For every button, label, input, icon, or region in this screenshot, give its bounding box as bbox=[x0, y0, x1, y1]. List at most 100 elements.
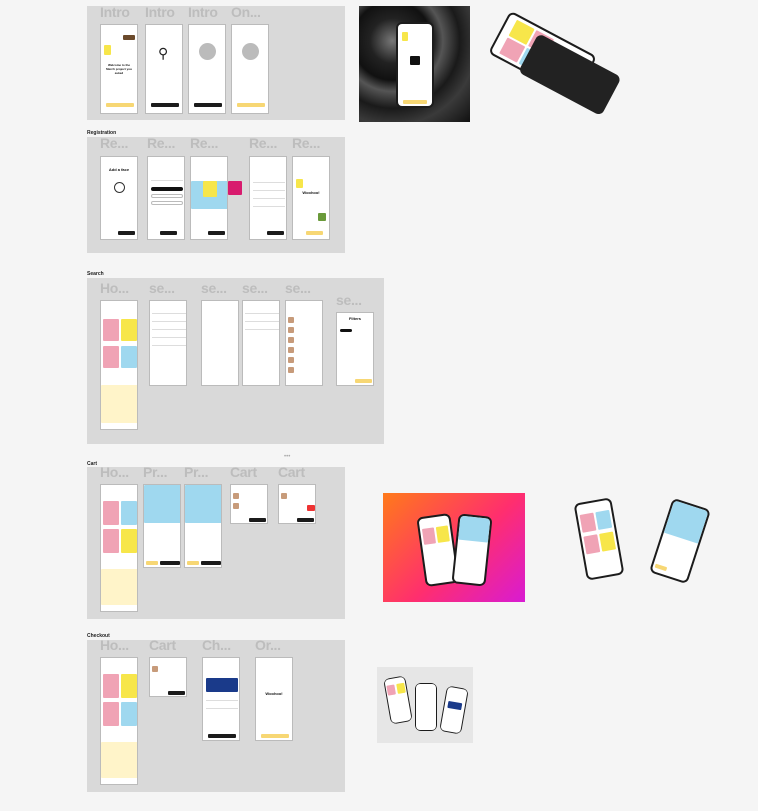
filter-chip[interactable] bbox=[340, 329, 352, 332]
registration-screen-2[interactable] bbox=[147, 156, 185, 240]
product-tile[interactable] bbox=[103, 501, 119, 525]
welcome-title: Welcome to the Merch project you asked bbox=[106, 63, 132, 75]
frame-label: se... bbox=[285, 280, 311, 296]
add-to-cart-button[interactable] bbox=[187, 561, 199, 565]
onboarding-screen[interactable] bbox=[231, 24, 269, 114]
frame-label: Intro bbox=[145, 4, 175, 20]
frame-label: se... bbox=[242, 280, 268, 296]
frame-label: Intro bbox=[188, 4, 218, 20]
intro-screen-1[interactable]: Welcome to the Merch project you asked bbox=[100, 24, 138, 114]
intro-section: Intro Intro Intro On... Welcome to the M… bbox=[87, 4, 345, 120]
filters-screen[interactable]: Filters bbox=[336, 312, 374, 386]
product-image bbox=[185, 485, 221, 523]
cart-screen[interactable] bbox=[149, 657, 187, 697]
search-screen-3[interactable] bbox=[242, 300, 280, 386]
product-tile[interactable] bbox=[103, 346, 119, 368]
continue-button[interactable] bbox=[118, 231, 135, 235]
order-done-screen[interactable]: Woohoo! bbox=[255, 657, 293, 741]
checkout-button[interactable] bbox=[297, 518, 314, 522]
done-button[interactable] bbox=[261, 734, 289, 738]
home-screen[interactable] bbox=[100, 657, 138, 785]
pink-sticker bbox=[228, 181, 242, 195]
product-tile[interactable] bbox=[121, 674, 137, 698]
sticker-tile bbox=[296, 179, 303, 188]
product-tile[interactable] bbox=[103, 319, 119, 341]
frame-label: Pr... bbox=[143, 464, 168, 480]
home-screen[interactable] bbox=[100, 484, 138, 612]
result-thumb[interactable] bbox=[288, 327, 294, 333]
registration-screen-1[interactable]: Add a face bbox=[100, 156, 138, 240]
add-to-cart-button[interactable] bbox=[146, 561, 158, 565]
checkout-screen[interactable] bbox=[202, 657, 240, 741]
delete-button[interactable] bbox=[307, 505, 315, 511]
search-screen-2[interactable] bbox=[201, 300, 239, 386]
phone-mockup-floating bbox=[573, 497, 625, 581]
registration-screen-4[interactable] bbox=[249, 156, 287, 240]
product-tile[interactable] bbox=[103, 674, 119, 698]
checkout-button[interactable] bbox=[249, 518, 266, 522]
show-results-button[interactable] bbox=[355, 379, 372, 383]
product-screen-2[interactable] bbox=[184, 484, 222, 568]
registration-section: Re... Re... Re... Re... Re... Add a face… bbox=[87, 135, 345, 253]
tile-pink bbox=[583, 534, 601, 555]
checkout-button[interactable] bbox=[168, 691, 185, 695]
tshirt-image bbox=[410, 56, 420, 65]
product-tile[interactable] bbox=[121, 702, 137, 726]
product-tile[interactable] bbox=[121, 529, 137, 553]
sticker-tile bbox=[402, 32, 408, 41]
result-thumb[interactable] bbox=[288, 317, 294, 323]
frame-label: Ho... bbox=[100, 637, 129, 653]
frame-label: Pr... bbox=[184, 464, 209, 480]
done-button[interactable] bbox=[306, 231, 323, 235]
three-phones-mockup-image bbox=[377, 667, 473, 743]
tile-yellow bbox=[599, 531, 617, 552]
woohoo-title: Woohoo! bbox=[302, 190, 320, 195]
product-tile[interactable] bbox=[103, 529, 119, 553]
frame-label: Cart bbox=[230, 464, 257, 480]
frame-label: Re... bbox=[147, 135, 176, 151]
continue-button[interactable] bbox=[160, 231, 177, 235]
featured-list bbox=[101, 742, 137, 778]
credit-card-image bbox=[206, 678, 238, 692]
result-thumb[interactable] bbox=[288, 357, 294, 363]
search-screen-1[interactable] bbox=[149, 300, 187, 386]
product-tile[interactable] bbox=[121, 501, 137, 525]
product-tile[interactable] bbox=[121, 319, 137, 341]
next-button[interactable] bbox=[106, 103, 134, 107]
start-button[interactable] bbox=[237, 103, 265, 107]
phone-mockup-floating bbox=[648, 497, 712, 585]
result-thumb[interactable] bbox=[288, 367, 294, 373]
option-selected[interactable] bbox=[151, 187, 183, 191]
frame-label: Ho... bbox=[100, 280, 129, 296]
continue-button[interactable] bbox=[267, 231, 284, 235]
phone-mockup bbox=[383, 675, 413, 725]
product-tile[interactable] bbox=[103, 702, 119, 726]
intro-screen-3[interactable] bbox=[188, 24, 226, 114]
result-thumb[interactable] bbox=[288, 337, 294, 343]
intro-screen-2[interactable]: ⚲ bbox=[145, 24, 183, 114]
result-thumb[interactable] bbox=[288, 347, 294, 353]
add-face-title: Add a face bbox=[108, 167, 130, 172]
continue-button[interactable] bbox=[208, 231, 225, 235]
buy-button[interactable] bbox=[201, 561, 221, 565]
option[interactable] bbox=[151, 201, 183, 205]
frame-label: Cart bbox=[278, 464, 305, 480]
next-button[interactable] bbox=[151, 103, 179, 107]
search-results-screen[interactable] bbox=[285, 300, 323, 386]
registration-screen-3[interactable] bbox=[190, 156, 228, 240]
cart-screen-1[interactable] bbox=[230, 484, 268, 524]
frame-label: se... bbox=[149, 280, 175, 296]
frame-label: se... bbox=[336, 292, 362, 308]
avatar-icon bbox=[114, 182, 125, 193]
cart-screen-2[interactable] bbox=[278, 484, 316, 524]
sticker-tile bbox=[203, 181, 217, 197]
product-tile[interactable] bbox=[121, 346, 137, 368]
registration-done-screen[interactable]: Woohoo! bbox=[292, 156, 330, 240]
cart-section: Ho... Pr... Pr... Cart Cart bbox=[87, 464, 345, 619]
home-screen[interactable] bbox=[100, 300, 138, 430]
next-button[interactable] bbox=[194, 103, 222, 107]
product-screen-1[interactable] bbox=[143, 484, 181, 568]
pay-button[interactable] bbox=[208, 734, 236, 738]
option[interactable] bbox=[151, 194, 183, 198]
buy-button[interactable] bbox=[160, 561, 180, 565]
